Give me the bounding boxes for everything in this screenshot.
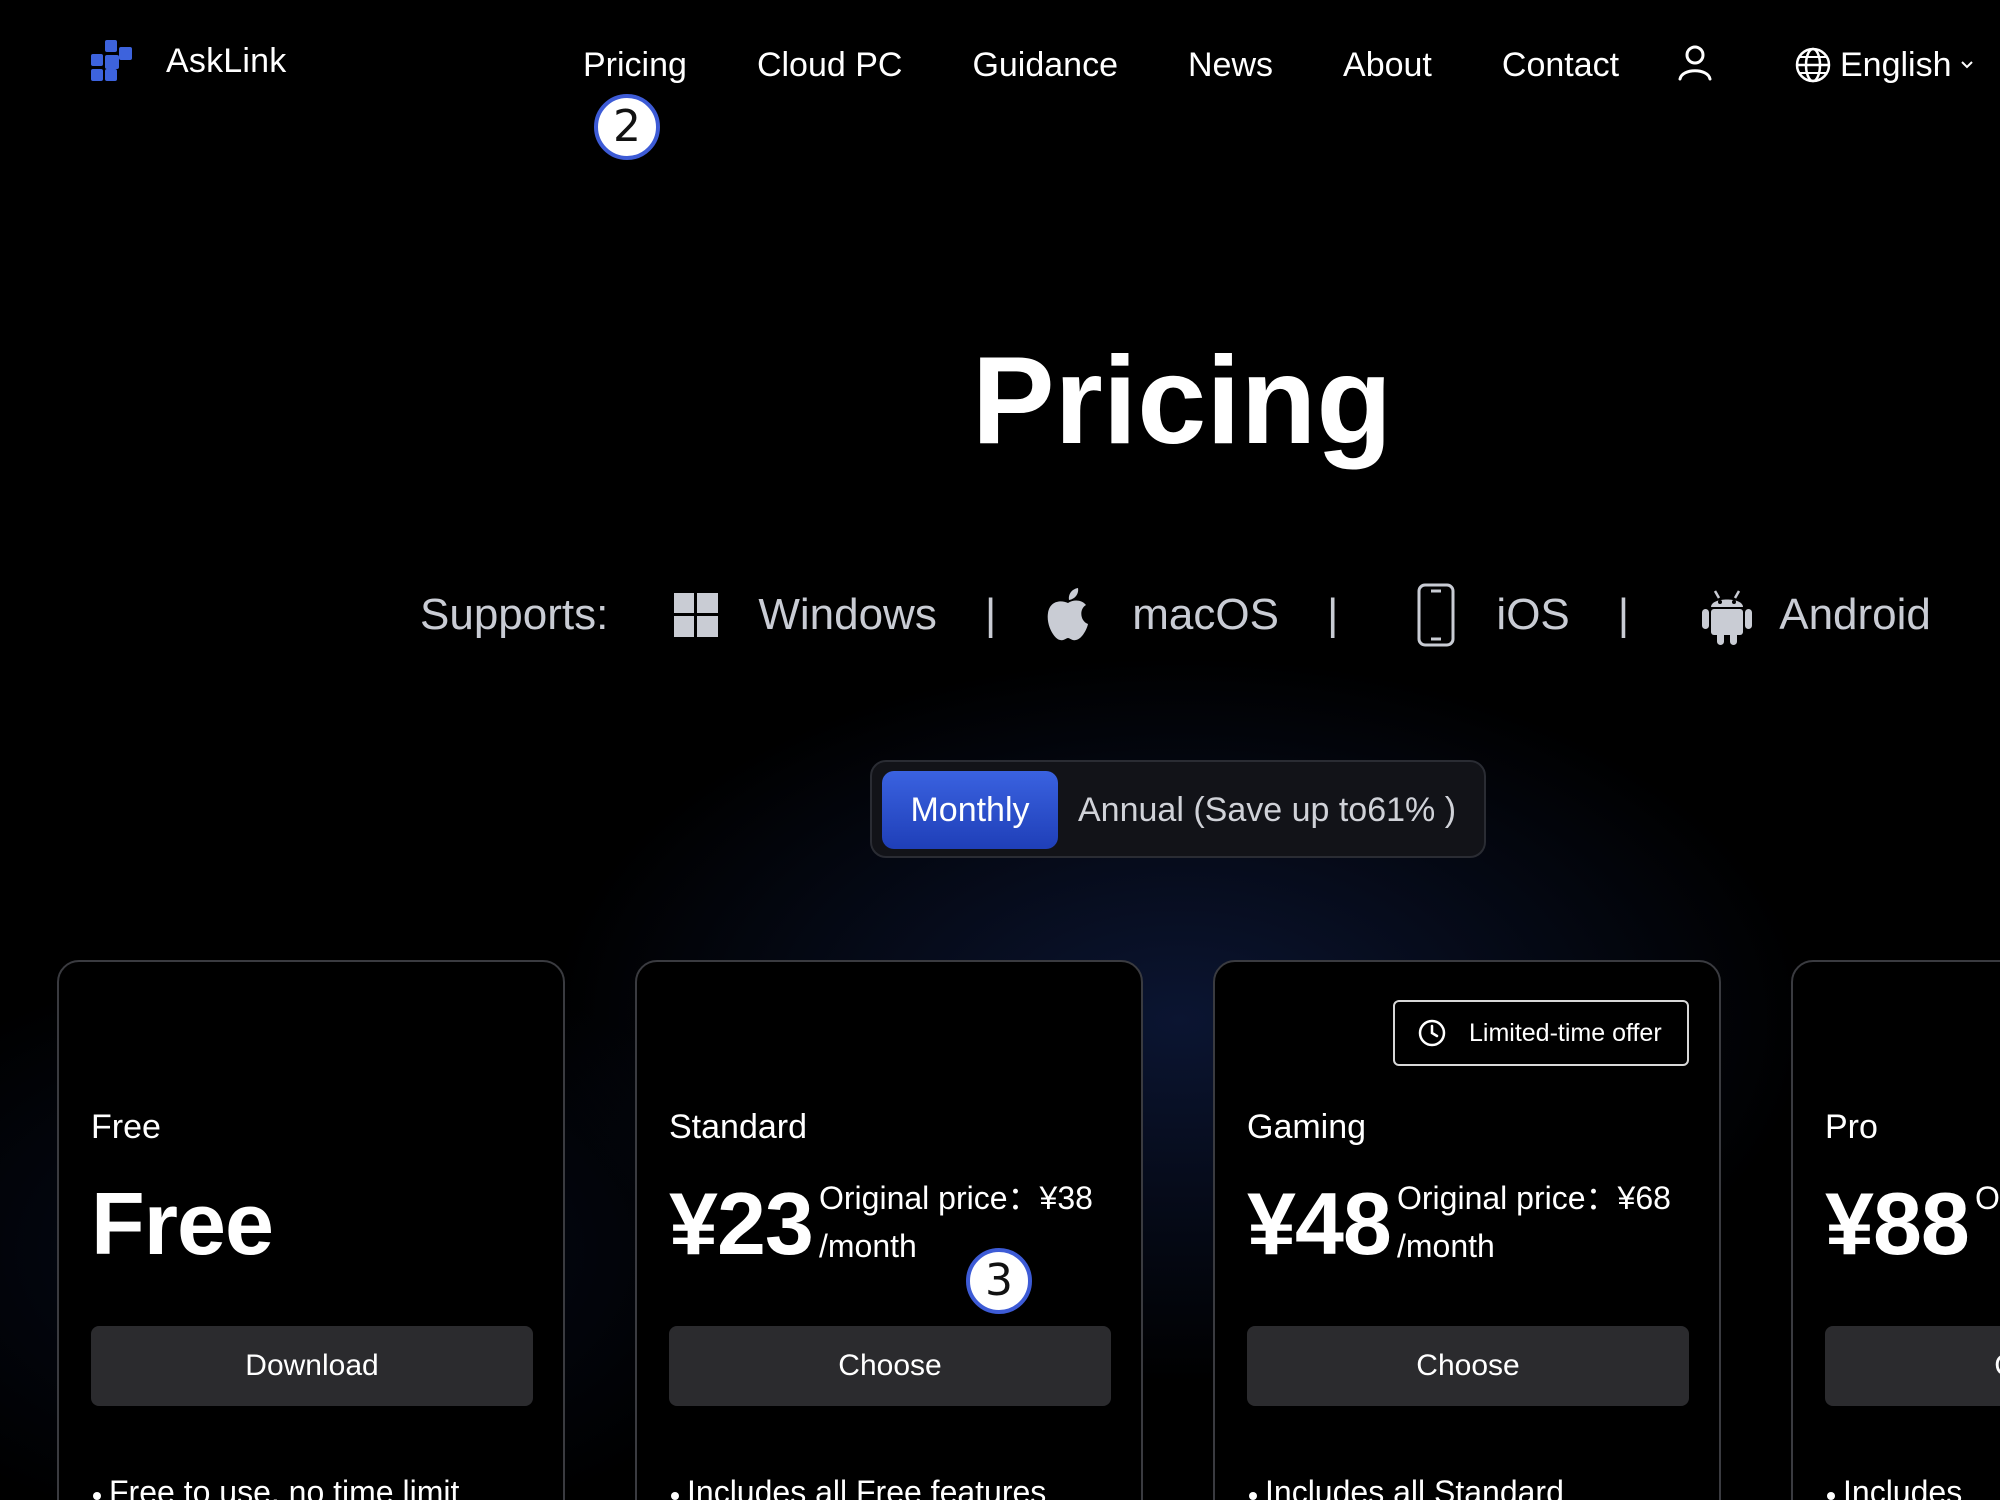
platform-name: Windows (758, 590, 937, 639)
language-selector[interactable]: English (1794, 40, 1974, 90)
clock-icon (1418, 1019, 1446, 1047)
badge-label: Limited-time offer (1469, 1018, 1662, 1047)
limited-offer-badge: Limited-time offer (1393, 1000, 1689, 1066)
android-icon (1702, 590, 1753, 645)
original-price-block: Original price：¥38 /month (819, 1174, 1093, 1270)
nav-pricing[interactable]: Pricing (583, 46, 687, 85)
original-price-block: Original price：¥68 /month (1397, 1174, 1671, 1270)
nav-guidance[interactable]: Guidance (972, 46, 1118, 85)
plan-feature: Includes (1826, 1474, 1962, 1500)
main-nav: Pricing Cloud PC Guidance News About Con… (583, 40, 1619, 90)
monthly-option[interactable]: Monthly (882, 771, 1058, 849)
phone-icon (1417, 583, 1455, 647)
choose-button[interactable]: Choose (1825, 1326, 2000, 1406)
platform-macos: macOS (1044, 587, 1279, 643)
plan-price: ¥88 (1825, 1174, 1970, 1273)
download-button[interactable]: Download (91, 1326, 533, 1406)
nav-about[interactable]: About (1343, 46, 1432, 85)
brand-logo-link[interactable]: AskLink (90, 40, 286, 82)
platform-windows: Windows (674, 590, 937, 640)
plan-card-gaming: Limited-time offer Gaming ¥48 Original p… (1213, 960, 1721, 1500)
plan-card-free: Free Free Download Free to use, no time … (57, 960, 565, 1500)
separator: | (1326, 590, 1339, 639)
plan-card-pro: Pro ¥88 Original price：¥1 Choose Include… (1791, 960, 2000, 1500)
top-nav-bar: AskLink Pricing Cloud PC Guidance News A… (0, 0, 2000, 128)
annual-option[interactable]: Annual (Save up to61% ) (1078, 771, 1456, 849)
user-icon[interactable] (1676, 44, 1714, 82)
choose-button[interactable]: Choose (1247, 1326, 1689, 1406)
windows-icon (674, 593, 719, 637)
language-label: English (1840, 45, 1952, 84)
nav-news[interactable]: News (1188, 46, 1273, 85)
step-marker-2: 2 (594, 94, 660, 160)
supported-platforms: Supports: Windows | macOS | iOS | Androi… (420, 583, 1931, 647)
plan-feature: Includes all Standard (1249, 1474, 1564, 1500)
globe-icon (1795, 47, 1831, 83)
apple-icon (1047, 588, 1089, 641)
pricing-page: AskLink Pricing Cloud PC Guidance News A… (0, 0, 2000, 1500)
plan-price: ¥48 (1247, 1174, 1392, 1273)
original-price: Original price：¥1 (1975, 1180, 2000, 1216)
brand-name: AskLink (166, 41, 287, 80)
original-price: Original price：¥38 (819, 1180, 1093, 1216)
plan-name: Pro (1825, 1108, 1878, 1146)
plan-price: Free (91, 1174, 274, 1273)
platform-ios: iOS (1416, 583, 1570, 647)
platform-name: iOS (1496, 590, 1570, 639)
separator: | (1617, 590, 1630, 639)
price-period: /month (819, 1228, 917, 1264)
chevron-down-icon (1960, 61, 1973, 69)
platform-name: Android (1779, 590, 1931, 639)
plan-feature: Free to use, no time limit (92, 1474, 459, 1500)
platform-name: macOS (1132, 590, 1279, 639)
plan-name: Standard (669, 1108, 807, 1146)
price-period: /month (1397, 1228, 1495, 1264)
plan-name: Free (91, 1108, 161, 1146)
supports-label: Supports: (420, 590, 609, 639)
plan-feature: Includes all Free features (670, 1474, 1046, 1500)
plan-name: Gaming (1247, 1108, 1367, 1146)
page-title: Pricing (971, 332, 1393, 470)
original-price-block: Original price：¥1 (1975, 1174, 2000, 1222)
choose-button[interactable]: Choose (669, 1326, 1111, 1406)
billing-toggle: Monthly Annual (Save up to61% ) (870, 760, 1486, 858)
platform-android: Android (1699, 583, 1931, 647)
plan-card-standard: Standard ¥23 Original price：¥38 /month C… (635, 960, 1143, 1500)
separator: | (984, 590, 997, 639)
brand-logo-icon (90, 40, 132, 82)
nav-contact[interactable]: Contact (1502, 46, 1619, 85)
original-price: Original price：¥68 (1397, 1180, 1671, 1216)
plan-price: ¥23 (669, 1174, 814, 1273)
nav-cloud-pc[interactable]: Cloud PC (757, 46, 903, 85)
step-marker-3: 3 (966, 1248, 1032, 1314)
